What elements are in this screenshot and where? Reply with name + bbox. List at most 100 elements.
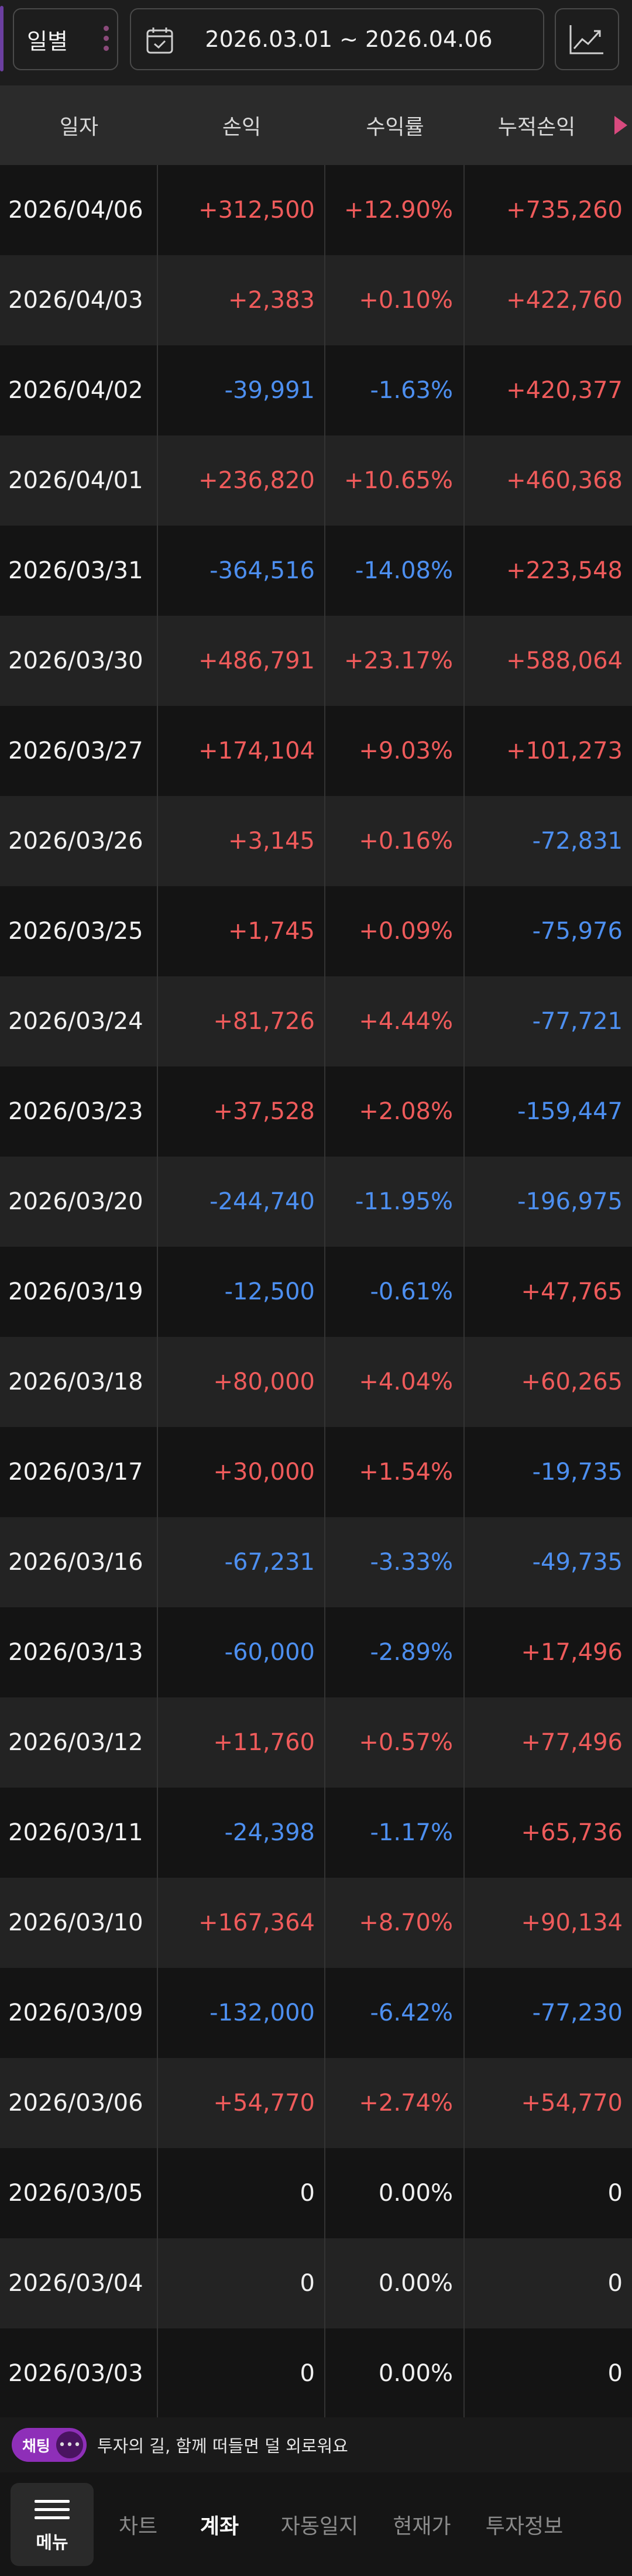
cell-date: 2026/03/26: [0, 796, 158, 886]
cell-cumulative: -196,975: [517, 1188, 623, 1215]
cell-rate: -1.17%: [325, 1788, 465, 1878]
date-range-picker[interactable]: 2026.03.01 ~ 2026.04.06: [130, 8, 544, 70]
table-row[interactable]: 2026/03/30 +486,791 +23.17% +588,064: [0, 616, 632, 706]
table-row[interactable]: 2026/03/20 -244,740 -11.95% -196,975: [0, 1157, 632, 1247]
table-row[interactable]: 2026/04/06 +312,500 +12.90% +735,260: [0, 165, 632, 255]
cell-pnl: -39,991: [158, 345, 325, 435]
table-row[interactable]: 2026/03/04 0 0.00% 0: [0, 2238, 632, 2328]
period-select-label: 일별: [27, 28, 68, 54]
chart-view-button[interactable]: [555, 8, 619, 70]
header-rate[interactable]: 수익률: [325, 110, 465, 140]
cell-rate: +0.16%: [325, 796, 465, 886]
cell-cumulative: +588,064: [506, 647, 623, 674]
more-options-icon[interactable]: [103, 26, 110, 56]
cell-date: 2026/04/06: [0, 165, 158, 255]
cell-cumulative: +422,760: [506, 287, 623, 314]
cell-rate: +2.08%: [325, 1066, 465, 1157]
cell-pnl: -67,231: [158, 1517, 325, 1607]
table-row[interactable]: 2026/03/06 +54,770 +2.74% +54,770: [0, 2058, 632, 2148]
header-cumulative[interactable]: 누적손익: [465, 110, 609, 140]
table-row[interactable]: 2026/03/09 -132,000 -6.42% -77,230: [0, 1968, 632, 2058]
table-row[interactable]: 2026/03/24 +81,726 +4.44% -77,721: [0, 976, 632, 1066]
header-date[interactable]: 일자: [0, 110, 158, 140]
cell-pnl: -12,500: [158, 1247, 325, 1337]
chat-banner[interactable]: 채팅 ••• 투자의 길, 함께 떠들면 덜 외로워요: [0, 2417, 632, 2472]
table-row[interactable]: 2026/03/17 +30,000 +1.54% -19,735: [0, 1427, 632, 1517]
cell-rate: +2.74%: [325, 2058, 465, 2148]
table-row[interactable]: 2026/03/03 0 0.00% 0: [0, 2328, 632, 2419]
cell-date: 2026/03/23: [0, 1066, 158, 1157]
cell-cumulative: -72,831: [532, 828, 623, 855]
table-row[interactable]: 2026/03/31 -364,516 -14.08% +223,548: [0, 526, 632, 616]
table-row[interactable]: 2026/03/19 -12,500 -0.61% +47,765: [0, 1247, 632, 1337]
cell-date: 2026/03/24: [0, 976, 158, 1066]
header-pnl[interactable]: 손익: [158, 110, 325, 140]
table-row[interactable]: 2026/03/23 +37,528 +2.08% -159,447: [0, 1066, 632, 1157]
table-row[interactable]: 2026/03/13 -60,000 -2.89% +17,496: [0, 1607, 632, 1697]
cell-rate: +0.57%: [325, 1697, 465, 1788]
table-row[interactable]: 2026/03/12 +11,760 +0.57% +77,496: [0, 1697, 632, 1788]
cell-rate: -2.89%: [325, 1607, 465, 1697]
nav-item[interactable]: 투자정보: [473, 2509, 576, 2540]
scroll-right-icon[interactable]: [614, 116, 627, 135]
menu-button[interactable]: 메뉴: [11, 2482, 94, 2566]
cell-rate: +0.10%: [325, 255, 465, 345]
cell-rate: -6.42%: [325, 1968, 465, 2058]
table-row[interactable]: 2026/03/25 +1,745 +0.09% -75,976: [0, 886, 632, 976]
cell-cumulative: +420,377: [506, 377, 623, 404]
cell-pnl: 0: [158, 2148, 325, 2238]
cell-cumulative: +735,260: [506, 197, 623, 224]
cell-rate: +23.17%: [325, 616, 465, 706]
cell-cumulative: +54,770: [521, 2090, 623, 2117]
cell-rate: 0.00%: [325, 2238, 465, 2328]
cell-cumulative: -19,735: [532, 1459, 623, 1486]
cell-pnl: +1,745: [158, 886, 325, 976]
cell-date: 2026/03/12: [0, 1697, 158, 1788]
cell-pnl: 0: [158, 2238, 325, 2328]
date-range-text: 2026.03.01 ~ 2026.04.06: [205, 26, 493, 52]
cell-rate: -11.95%: [325, 1157, 465, 1247]
cell-pnl: 0: [158, 2328, 325, 2419]
nav-item[interactable]: 자동일지: [268, 2509, 371, 2540]
cell-cumulative: +77,496: [521, 1729, 623, 1756]
cell-rate: -1.63%: [325, 345, 465, 435]
cell-rate: +1.54%: [325, 1427, 465, 1517]
cell-date: 2026/03/17: [0, 1427, 158, 1517]
menu-label: 메뉴: [36, 2533, 68, 2553]
cell-cumulative: +90,134: [521, 1909, 623, 1936]
table-row[interactable]: 2026/04/02 -39,991 -1.63% +420,377: [0, 345, 632, 435]
table-row[interactable]: 2026/03/11 -24,398 -1.17% +65,736: [0, 1788, 632, 1878]
table-row[interactable]: 2026/03/05 0 0.00% 0: [0, 2148, 632, 2238]
table-row[interactable]: 2026/03/10 +167,364 +8.70% +90,134: [0, 1878, 632, 1968]
cell-cumulative: +47,765: [521, 1278, 623, 1305]
cell-rate: +8.70%: [325, 1878, 465, 1968]
table-row[interactable]: 2026/03/27 +174,104 +9.03% +101,273: [0, 706, 632, 796]
cell-rate: +0.09%: [325, 886, 465, 976]
cell-cumulative: 0: [607, 2270, 623, 2297]
chat-message: 투자의 길, 함께 떠들면 덜 외로워요: [97, 2436, 348, 2456]
chat-badge[interactable]: 채팅 •••: [12, 2428, 87, 2462]
nav-item[interactable]: 현재가: [384, 2509, 460, 2540]
cell-rate: -0.61%: [325, 1247, 465, 1337]
period-select[interactable]: 일별: [13, 8, 118, 70]
table-row[interactable]: 2026/03/16 -67,231 -3.33% -49,735: [0, 1517, 632, 1607]
cell-date: 2026/03/11: [0, 1788, 158, 1878]
cell-date: 2026/04/01: [0, 435, 158, 526]
cell-rate: +4.44%: [325, 976, 465, 1066]
table-row[interactable]: 2026/04/03 +2,383 +0.10% +422,760: [0, 255, 632, 345]
cell-date: 2026/03/13: [0, 1607, 158, 1697]
nav-item[interactable]: 계좌: [184, 2509, 255, 2540]
cell-pnl: -60,000: [158, 1607, 325, 1697]
table-row[interactable]: 2026/03/18 +80,000 +4.04% +60,265: [0, 1337, 632, 1427]
table-row[interactable]: 2026/03/26 +3,145 +0.16% -72,831: [0, 796, 632, 886]
cell-cumulative: 0: [607, 2180, 623, 2207]
cell-rate: +12.90%: [325, 165, 465, 255]
nav-item[interactable]: 차트: [105, 2509, 171, 2540]
cell-pnl: +486,791: [158, 616, 325, 706]
table-row[interactable]: 2026/04/01 +236,820 +10.65% +460,368: [0, 435, 632, 526]
cell-pnl: +312,500: [158, 165, 325, 255]
cell-cumulative: +223,548: [506, 557, 623, 584]
cell-rate: +9.03%: [325, 706, 465, 796]
cell-cumulative: -77,721: [532, 1008, 623, 1035]
cell-cumulative: +65,736: [521, 1819, 623, 1846]
